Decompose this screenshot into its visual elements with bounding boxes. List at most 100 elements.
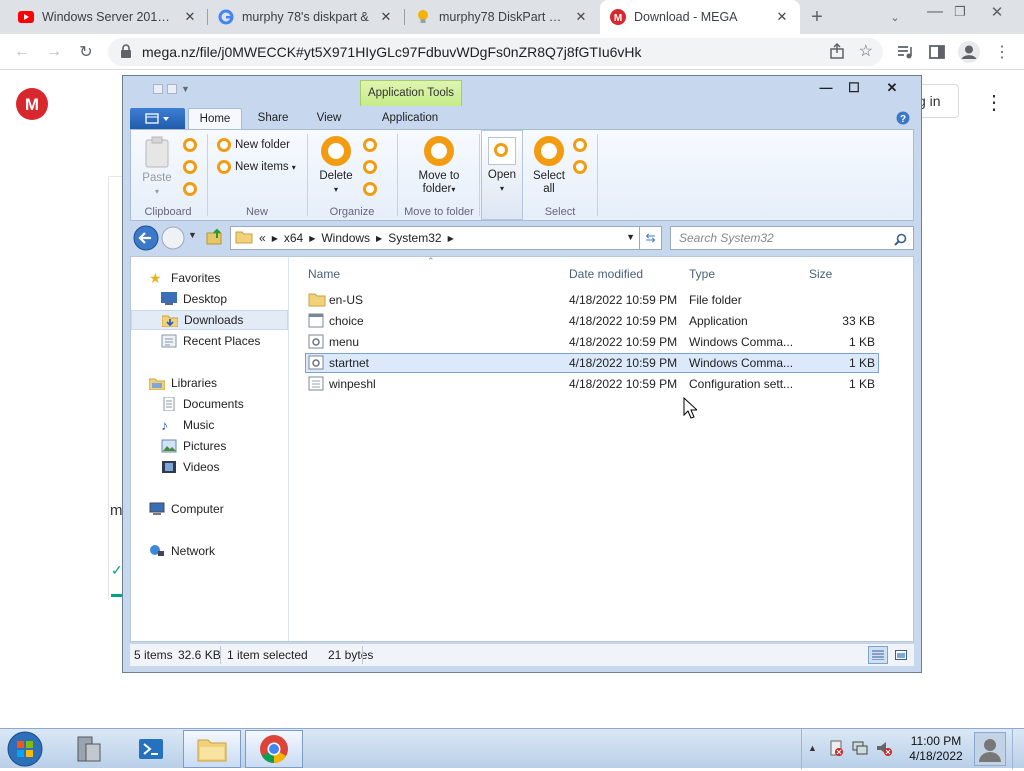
new-items-button[interactable]: New items ▾ <box>217 160 296 174</box>
paste-button[interactable]: Paste ▾ <box>139 136 175 198</box>
nav-documents[interactable]: Documents <box>131 394 288 414</box>
select-all-button[interactable]: Select all <box>529 136 569 196</box>
close-button[interactable]: ✕ <box>985 0 1009 24</box>
organize-small-buttons[interactable] <box>363 138 377 196</box>
cut-icon[interactable] <box>183 138 197 152</box>
select-small-buttons[interactable] <box>573 138 587 174</box>
nav-recent-places[interactable]: Recent Places <box>131 331 288 351</box>
start-button[interactable] <box>4 730 46 771</box>
restore-button[interactable]: ❐ <box>948 0 972 24</box>
file-explorer-taskbar-button[interactable] <box>183 730 241 768</box>
chrome-menu-icon[interactable]: ⋮ <box>990 40 1014 64</box>
address-dropdown-icon[interactable]: ▼ <box>626 232 635 242</box>
window-maximize-button[interactable]: ☐ <box>841 78 867 98</box>
user-avatar[interactable] <box>974 732 1006 766</box>
close-icon[interactable]: ✕ <box>378 9 394 25</box>
window-minimize-button[interactable]: — <box>813 78 839 98</box>
recent-locations-icon[interactable]: ▼ <box>188 230 197 240</box>
nav-pictures[interactable]: Pictures <box>131 436 288 456</box>
move-icon[interactable] <box>363 138 377 152</box>
bookmark-star-icon[interactable]: ☆ <box>859 41 873 61</box>
nav-music[interactable]: ♪ Music <box>131 415 288 435</box>
invert-selection-icon[interactable] <box>573 160 587 174</box>
column-header-type[interactable]: Type <box>689 267 715 281</box>
search-icon[interactable] <box>894 231 907 253</box>
close-icon[interactable]: ✕ <box>573 9 589 25</box>
mega-logo-icon[interactable]: M <box>16 88 48 123</box>
move-to-button[interactable]: Move to folder▾ <box>409 136 469 196</box>
file-row-menu[interactable]: menu 4/18/2022 10:59 PM Windows Comma...… <box>305 332 879 352</box>
large-icons-view-icon[interactable] <box>891 646 911 664</box>
clipboard-small-buttons[interactable] <box>183 138 197 196</box>
show-hidden-icons-icon[interactable]: ▲ <box>808 743 817 753</box>
copy-to-icon[interactable] <box>363 160 377 174</box>
nav-desktop[interactable]: Desktop <box>131 289 288 309</box>
back-arrow-icon[interactable] <box>132 225 160 254</box>
file-menu-button[interactable] <box>130 108 185 129</box>
breadcrumb-system32[interactable]: System32 <box>388 231 441 245</box>
new-folder-button[interactable]: New folder <box>217 138 290 152</box>
column-header-name[interactable]: Name <box>308 267 340 281</box>
profile-avatar[interactable] <box>957 40 981 64</box>
up-folder-icon[interactable] <box>206 228 224 249</box>
action-center-icon[interactable] <box>828 740 844 759</box>
column-header-date[interactable]: Date modified <box>569 267 643 281</box>
nav-computer[interactable]: Computer <box>131 499 288 519</box>
tab-application[interactable]: Application <box>360 108 460 129</box>
copy-path-icon[interactable] <box>183 182 197 196</box>
chrome-taskbar-button[interactable] <box>245 730 303 768</box>
delete-button[interactable]: Delete ▾ <box>315 136 357 196</box>
window-close-button[interactable]: ✕ <box>879 78 905 98</box>
share-icon[interactable] <box>829 42 845 62</box>
file-row-startnet[interactable]: startnet 4/18/2022 10:59 PM Windows Comm… <box>305 353 879 373</box>
search-input[interactable]: Search System32 <box>670 226 914 250</box>
select-none-icon[interactable] <box>573 138 587 152</box>
open-button[interactable]: Open ▾ <box>484 137 520 195</box>
close-icon[interactable]: ✕ <box>182 9 198 25</box>
breadcrumb-x64[interactable]: x64 <box>284 231 303 245</box>
back-button[interactable]: ← <box>10 40 34 64</box>
volume-muted-icon[interactable] <box>876 740 892 759</box>
side-panel-icon[interactable] <box>925 40 949 64</box>
nav-network[interactable]: Network <box>131 541 288 561</box>
media-control-icon[interactable] <box>893 40 917 64</box>
new-tab-button[interactable]: + <box>805 5 829 29</box>
nav-downloads[interactable]: Downloads <box>131 310 288 330</box>
tab-home[interactable]: Home <box>188 108 242 129</box>
network-status-icon[interactable] <box>852 740 868 759</box>
nav-videos[interactable]: Videos <box>131 457 288 477</box>
close-icon[interactable]: ✕ <box>774 9 790 25</box>
tab-view[interactable]: View <box>302 108 356 129</box>
show-desktop-button[interactable] <box>1012 729 1024 769</box>
details-view-icon[interactable] <box>868 646 888 664</box>
nav-favorites[interactable]: ★ Favorites <box>131 268 288 288</box>
file-row-winpeshl[interactable]: winpeshl 4/18/2022 10:59 PM Configuratio… <box>305 374 879 394</box>
reload-button[interactable]: ↻ <box>74 40 98 64</box>
server-manager-icon[interactable] <box>60 730 118 768</box>
minimize-button[interactable]: — <box>923 0 947 24</box>
tab-search-button[interactable]: ⌄ <box>883 5 907 29</box>
browser-tab-diskpart[interactable]: murphy78 DiskPart and ✕ <box>405 0 599 34</box>
nav-libraries[interactable]: Libraries <box>131 373 288 393</box>
forward-button[interactable]: → <box>42 40 66 64</box>
address-box[interactable]: « ▶ x64 ▶ Windows ▶ System32 ▶ ▼ ⇆ <box>230 226 662 250</box>
help-icon[interactable]: ? <box>896 111 910 128</box>
refresh-icon[interactable]: ⇆ <box>639 227 661 249</box>
powershell-icon[interactable] <box>122 730 180 768</box>
file-row-en-us[interactable]: en-US 4/18/2022 10:59 PM File folder <box>305 290 879 310</box>
breadcrumb-overflow[interactable]: « <box>259 231 266 245</box>
menu-icon[interactable]: ⋮ <box>984 90 1004 115</box>
browser-tab-google[interactable]: murphy 78's diskpart & ✕ <box>208 0 404 34</box>
system-clock[interactable]: 11:00 PM 4/18/2022 <box>898 734 974 764</box>
address-bar[interactable]: mega.nz/file/j0MWECCK#yt5X971HIyGLc97Fdb… <box>108 38 883 66</box>
quick-access-toolbar[interactable]: ▼ <box>153 84 190 94</box>
copy-icon[interactable] <box>183 160 197 174</box>
column-header-size[interactable]: Size <box>809 267 832 281</box>
browser-tab-youtube[interactable]: Windows Server 2012 ev ✕ <box>8 0 208 34</box>
browser-tab-mega[interactable]: M Download - MEGA ✕ <box>600 0 800 34</box>
rename-icon[interactable] <box>363 182 377 196</box>
breadcrumb-windows[interactable]: Windows <box>321 231 370 245</box>
file-row-choice[interactable]: choice 4/18/2022 10:59 PM Application 33… <box>305 311 879 331</box>
tab-share[interactable]: Share <box>246 108 300 129</box>
forward-arrow-icon[interactable] <box>160 226 186 253</box>
